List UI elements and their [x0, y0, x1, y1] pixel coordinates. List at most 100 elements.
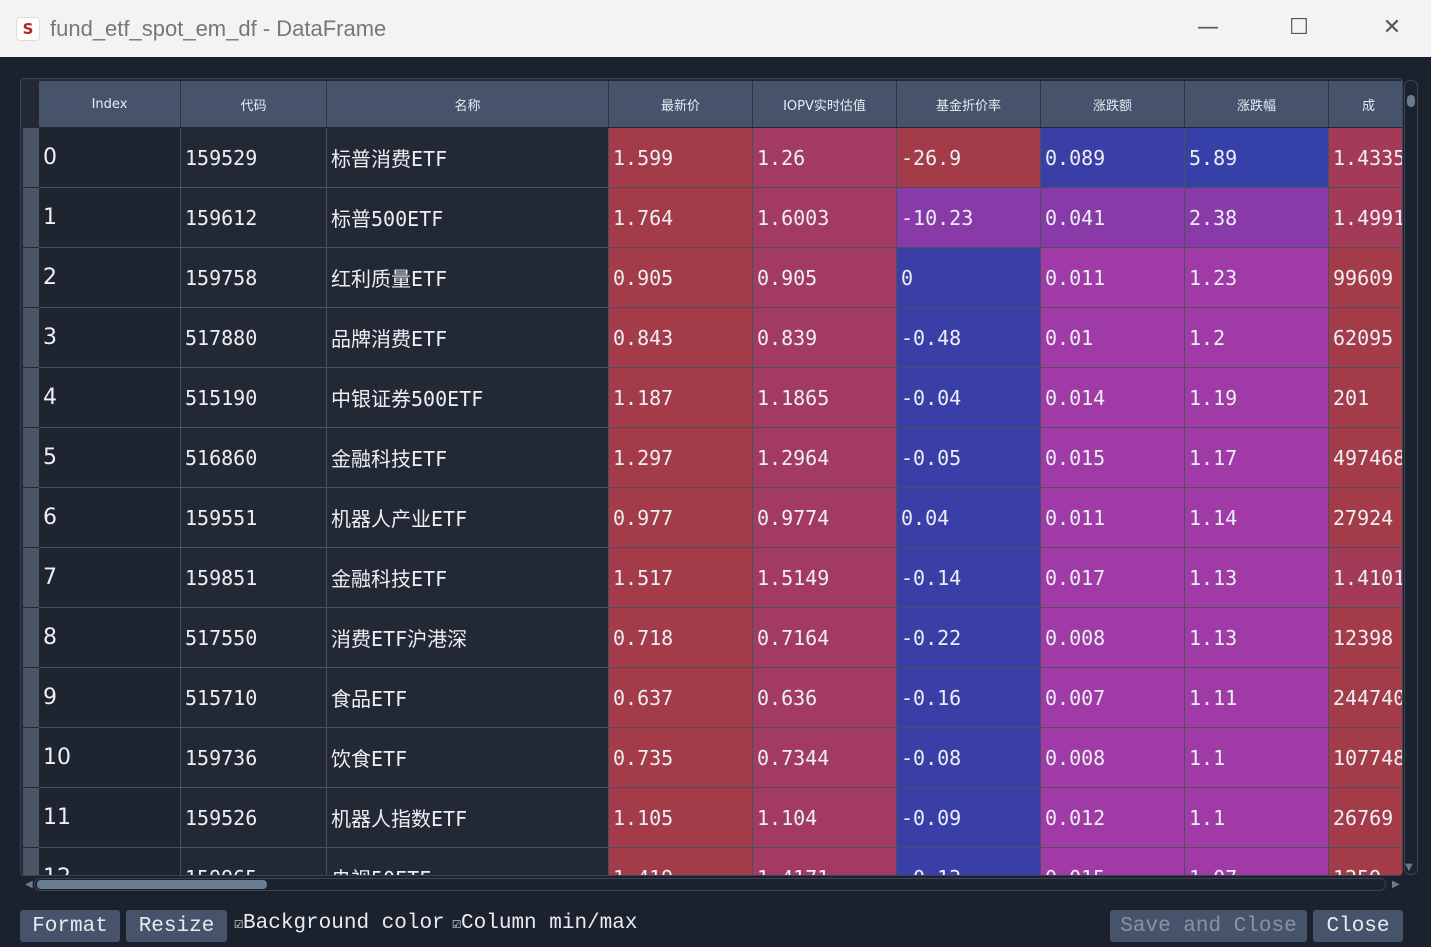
table-cell[interactable]: 0.011 — [1041, 488, 1185, 548]
dataframe-table[interactable]: Index 代码 名称 最新价 IOPV实时估值 基金折价率 涨跌额 涨跌幅成 0 159529 标… — [20, 78, 1403, 876]
table-cell[interactable]: 159758 — [181, 248, 327, 308]
row-header-stripe[interactable] — [23, 608, 39, 667]
scroll-right-arrow-icon[interactable]: ▶ — [1392, 879, 1400, 890]
table-cell[interactable]: 央视50ETF — [327, 848, 609, 875]
column-minmax-checkbox[interactable]: ☑Column min/max — [452, 912, 637, 935]
table-cell[interactable]: -0.08 — [897, 728, 1041, 788]
horizontal-scrollbar[interactable] — [34, 878, 1386, 891]
table-cell[interactable]: 159529 — [181, 128, 327, 188]
resize-button[interactable]: Resize — [126, 910, 227, 942]
horizontal-scroll-thumb[interactable] — [37, 880, 267, 889]
table-cell[interactable]: 0.007 — [1041, 668, 1185, 728]
table-cell[interactable]: 1.5149 — [753, 548, 897, 608]
row-index[interactable]: 8 — [39, 608, 181, 668]
vertical-scrollbar[interactable] — [1404, 80, 1418, 875]
table-cell[interactable]: 5.89 — [1185, 128, 1329, 188]
table-cell[interactable]: 0.905 — [753, 248, 897, 308]
table-cell[interactable]: 机器人指数ETF — [327, 788, 609, 848]
table-cell[interactable]: 159736 — [181, 728, 327, 788]
save-and-close-button[interactable]: Save and Close — [1110, 910, 1307, 942]
table-cell[interactable]: 0.839 — [753, 308, 897, 368]
row-header-stripe[interactable] — [23, 188, 39, 247]
table-cell[interactable]: 159612 — [181, 188, 327, 248]
table-cell[interactable]: 1.4335 — [1329, 128, 1402, 188]
table-cell[interactable]: -0.05 — [897, 428, 1041, 488]
scroll-left-arrow-icon[interactable]: ◀ — [25, 879, 33, 890]
table-cell[interactable]: 1.105 — [609, 788, 753, 848]
table-cell[interactable]: -0.13 — [897, 848, 1041, 875]
table-cell[interactable]: 1.599 — [609, 128, 753, 188]
row-index[interactable]: 9 — [39, 668, 181, 728]
table-cell[interactable]: -0.04 — [897, 368, 1041, 428]
row-index[interactable]: 2 — [39, 248, 181, 308]
table-cell[interactable]: 食品ETF — [327, 668, 609, 728]
table-cell[interactable]: 1.1865 — [753, 368, 897, 428]
column-header[interactable]: 涨跌额 — [1041, 81, 1185, 127]
row-header-stripe[interactable] — [23, 548, 39, 607]
format-button[interactable]: Format — [20, 910, 120, 942]
table-cell[interactable]: 0.718 — [609, 608, 753, 668]
table-cell[interactable]: 0.636 — [753, 668, 897, 728]
table-cell[interactable]: 0.7344 — [753, 728, 897, 788]
column-header[interactable]: IOPV实时估值 — [753, 81, 897, 127]
table-cell[interactable]: 1.14 — [1185, 488, 1329, 548]
table-cell[interactable]: 12398 — [1329, 608, 1402, 668]
table-cell[interactable]: 515710 — [181, 668, 327, 728]
table-cell[interactable]: 品牌消费ETF — [327, 308, 609, 368]
table-cell[interactable]: 消费ETF沪港深 — [327, 608, 609, 668]
table-cell[interactable]: 515190 — [181, 368, 327, 428]
table-cell[interactable]: 1.1 — [1185, 788, 1329, 848]
table-cell[interactable]: 1.187 — [609, 368, 753, 428]
row-header-stripe[interactable] — [23, 788, 39, 847]
table-cell[interactable]: 金融科技ETF — [327, 548, 609, 608]
row-index[interactable]: 1 — [39, 188, 181, 248]
row-header-stripe[interactable] — [23, 848, 39, 875]
table-cell[interactable]: 159551 — [181, 488, 327, 548]
table-cell[interactable]: 1.2964 — [753, 428, 897, 488]
table-cell[interactable]: 27924 — [1329, 488, 1402, 548]
table-cell[interactable]: 517880 — [181, 308, 327, 368]
table-cell[interactable]: -26.9 — [897, 128, 1041, 188]
table-cell[interactable]: 159965 — [181, 848, 327, 875]
table-cell[interactable]: 0.7164 — [753, 608, 897, 668]
table-cell[interactable]: -0.09 — [897, 788, 1041, 848]
table-cell[interactable]: 红利质量ETF — [327, 248, 609, 308]
column-header[interactable]: 最新价 — [609, 81, 753, 127]
table-cell[interactable]: 497468 — [1329, 428, 1402, 488]
row-header-stripe[interactable] — [23, 428, 39, 487]
table-cell[interactable]: 0.015 — [1041, 848, 1185, 875]
table-cell[interactable]: 1.11 — [1185, 668, 1329, 728]
table-cell[interactable]: 0.015 — [1041, 428, 1185, 488]
row-index[interactable]: 6 — [39, 488, 181, 548]
table-cell[interactable]: 0.843 — [609, 308, 753, 368]
column-header[interactable]: 成 — [1329, 81, 1402, 127]
table-cell[interactable]: 1.13 — [1185, 608, 1329, 668]
row-header-stripe[interactable] — [23, 488, 39, 547]
table-cell[interactable]: 金融科技ETF — [327, 428, 609, 488]
close-button[interactable]: Close — [1313, 910, 1403, 942]
table-cell[interactable]: 1.17 — [1185, 428, 1329, 488]
table-cell[interactable]: 107748 — [1329, 728, 1402, 788]
row-header-stripe[interactable] — [23, 128, 39, 187]
table-cell[interactable]: 0.017 — [1041, 548, 1185, 608]
table-cell[interactable]: 中银证券500ETF — [327, 368, 609, 428]
row-header-stripe[interactable] — [23, 368, 39, 427]
background-color-checkbox[interactable]: ☑Background color — [234, 912, 445, 935]
table-cell[interactable]: 1.19 — [1185, 368, 1329, 428]
table-cell[interactable]: -0.22 — [897, 608, 1041, 668]
table-cell[interactable]: 159526 — [181, 788, 327, 848]
table-cell[interactable]: 0.905 — [609, 248, 753, 308]
minimize-button[interactable]: — — [1188, 10, 1228, 46]
table-cell[interactable]: 0 — [897, 248, 1041, 308]
table-cell[interactable]: 1.07 — [1185, 848, 1329, 875]
table-cell[interactable]: 0.735 — [609, 728, 753, 788]
close-window-button[interactable]: ✕ — [1372, 10, 1412, 46]
vertical-scroll-thumb[interactable] — [1407, 95, 1415, 107]
row-header-stripe[interactable] — [23, 248, 39, 307]
table-cell[interactable]: 0.01 — [1041, 308, 1185, 368]
table-cell[interactable]: 1.6003 — [753, 188, 897, 248]
table-cell[interactable]: 1.297 — [609, 428, 753, 488]
table-cell[interactable]: 1259 — [1329, 848, 1402, 875]
row-index[interactable]: 11 — [39, 788, 181, 848]
table-cell[interactable]: 62095 — [1329, 308, 1402, 368]
